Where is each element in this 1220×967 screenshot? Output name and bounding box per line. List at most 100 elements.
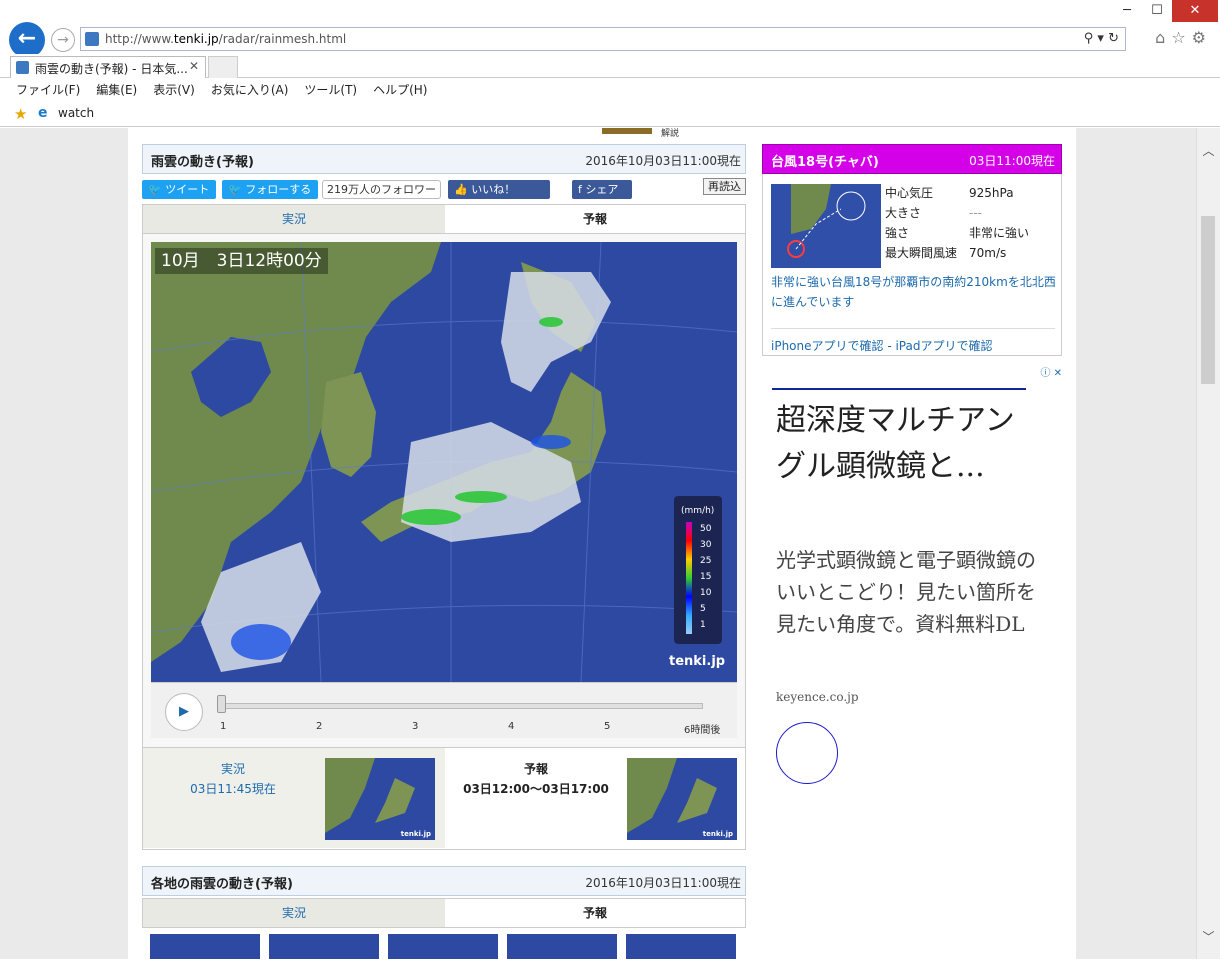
play-icon[interactable]: ▶ xyxy=(165,693,203,731)
minimize-icon[interactable]: ─ xyxy=(1112,0,1142,22)
forecast-time: 03日12:00〜03日17:00 xyxy=(463,782,609,796)
new-tab-button[interactable] xyxy=(208,56,238,78)
ad-info-icon[interactable]: ⓘ ✕ xyxy=(1040,364,1062,379)
typhoon-header[interactable]: 台風18号(チャバ) 03日11:00現在 xyxy=(762,144,1062,174)
typhoon-description-link[interactable]: 非常に強い台風18号が那覇市の南約210kmを北北西に進んでいます xyxy=(771,272,1057,312)
ad-divider xyxy=(772,388,1026,390)
page-viewport: 解説 雨雲の動き(予報) 2016年10月03日11:00現在 🐦 ツイート 🐦… xyxy=(0,128,1220,959)
facebook-icon: f xyxy=(578,183,582,196)
thumb-logo: tenki.jp xyxy=(702,830,733,838)
follow-button[interactable]: 🐦 フォローする xyxy=(222,180,318,199)
menu-favorites[interactable]: お気に入り(A) xyxy=(203,78,297,101)
regional-section-header: 各地の雨雲の動き(予報) 2016年10月03日11:00現在 xyxy=(142,866,746,896)
menu-tools[interactable]: ツール(T) xyxy=(296,78,365,101)
regional-tab-actual[interactable]: 実況 xyxy=(143,899,445,927)
tick-label: 6時間後 xyxy=(684,725,721,736)
share-button[interactable]: f シェア xyxy=(572,180,632,199)
radar-timestamp: 10月 3日12時00分 xyxy=(155,248,328,274)
forecast-label: 予報 xyxy=(523,762,548,776)
scroll-up-icon[interactable]: ︿ xyxy=(1197,142,1220,159)
typhoon-panel: 中心気圧 925hPa 大きさ --- 強さ 非常に強い 最大瞬間風速 70m/s 非常… xyxy=(762,174,1062,356)
menu-help[interactable]: ヘルプ(H) xyxy=(365,78,435,101)
rain-legend: (mm/h) 50 30 25 15 10 5 1 xyxy=(674,496,722,644)
ad-body: 光学式顕微鏡と電子顕微鏡のいいとこどり！見たい箇所を見たい角度で。資料無料DL xyxy=(776,548,1036,636)
regional-thumbnail[interactable] xyxy=(150,934,260,959)
reload-button[interactable]: 再読込 xyxy=(703,178,746,195)
forecast-thumb-panel[interactable]: 予報 03日12:00〜03日17:00 tenki.jp xyxy=(445,748,745,848)
typhoon-row-strength: 強さ 非常に強い xyxy=(885,226,1030,240)
menu-edit[interactable]: 編集(E) xyxy=(88,78,145,101)
like-button[interactable]: 👍 いいね！ 2,334 xyxy=(448,180,550,215)
toolbar-icons[interactable]: ⌂☆⚙ xyxy=(1155,28,1212,47)
tab-close-icon[interactable]: ✕ xyxy=(189,59,199,73)
radar-map: 10月 3日12時00分 (mm/h) 50 30 25 15 10 5 1 t… xyxy=(151,242,737,682)
actual-thumbnail[interactable]: tenki.jp xyxy=(325,758,435,840)
rain-section-header: 雨雲の動き(予報) 2016年10月03日11:00現在 xyxy=(142,144,746,174)
regional-tabs: 実況 予報 xyxy=(142,898,746,928)
scroll-down-icon[interactable]: ﹀ xyxy=(1197,928,1220,945)
tab-actual[interactable]: 実況 xyxy=(143,205,445,233)
twitter-follow-icon: 🐦 xyxy=(228,183,242,196)
regional-section-datetime: 2016年10月03日11:00現在 xyxy=(585,876,741,890)
ad-circle-button[interactable] xyxy=(776,722,838,784)
menu-file[interactable]: ファイル(F) xyxy=(8,78,88,101)
regional-thumbnail[interactable] xyxy=(269,934,379,959)
tab-favicon-icon xyxy=(16,61,29,74)
legend-level: 15 xyxy=(700,572,712,582)
legend-level: 25 xyxy=(700,556,712,566)
tick-label: 2 xyxy=(316,721,323,732)
actual-time: 03日11:45現在 xyxy=(190,782,276,796)
advertisement[interactable]: ⓘ ✕ 超深度マルチアングル顕微鏡と... 光学式顕微鏡と電子顕微鏡のいいとこど… xyxy=(772,364,1062,794)
forward-arrow-icon[interactable]: → xyxy=(51,28,75,52)
regional-thumbnail[interactable] xyxy=(626,934,736,959)
address-row: ← → http://www.tenki.jp/radar/rainmesh.h… xyxy=(0,22,1220,58)
vertical-scrollbar[interactable]: ︿ ﹀ xyxy=(1196,128,1220,959)
tab-title: 雨雲の動き(予報) - 日本気... xyxy=(35,62,188,76)
maximize-icon[interactable]: ☐ xyxy=(1142,0,1172,22)
legend-colorbar xyxy=(686,522,692,634)
legend-level: 50 xyxy=(700,524,712,534)
favorites-bar: ★ e watch xyxy=(0,101,1220,127)
forecast-thumbnail[interactable]: tenki.jp xyxy=(627,758,737,840)
tick-label: 5 xyxy=(604,721,611,732)
typhoon-map[interactable] xyxy=(771,184,881,268)
timeline-slider[interactable] xyxy=(221,703,703,709)
tenki-logo: tenki.jp xyxy=(669,654,726,669)
typhoon-row-pressure: 中心気圧 925hPa xyxy=(885,186,1014,200)
actual-thumb-panel[interactable]: 実況 03日11:45現在 tenki.jp xyxy=(143,748,445,848)
regional-thumbnail[interactable] xyxy=(507,934,617,959)
site-favicon-icon xyxy=(85,32,99,46)
search-icon[interactable]: ⚲ ▾ ↻ xyxy=(1084,31,1119,46)
typhoon-app-links[interactable]: iPhoneアプリで確認 - iPadアプリで確認 xyxy=(771,328,1055,354)
scroll-thumb[interactable] xyxy=(1201,216,1215,384)
typhoon-row-wind: 最大瞬間風速 70m/s xyxy=(885,246,1007,260)
address-bar[interactable]: http://www.tenki.jp/radar/rainmesh.html … xyxy=(80,27,1126,51)
menu-view[interactable]: 表示(V) xyxy=(145,78,203,101)
favorites-star-icon[interactable]: ★ xyxy=(14,105,27,123)
close-icon[interactable]: ✕ xyxy=(1172,0,1218,22)
ad-domain[interactable]: keyence.co.jp xyxy=(776,690,859,704)
slider-handle[interactable] xyxy=(217,695,226,713)
radar-panel: 10月 3日12時00分 (mm/h) 50 30 25 15 10 5 1 t… xyxy=(142,234,746,748)
tweet-button[interactable]: 🐦 ツイート xyxy=(142,180,216,199)
ad-title[interactable]: 超深度マルチアングル顕微鏡と... xyxy=(776,398,1040,490)
legend-level: 30 xyxy=(700,540,712,550)
social-buttons: 🐦 ツイート 🐦 フォローする 219万人のフォロワー 👍 いいね！ 2,334… xyxy=(142,178,746,215)
legend-level: 10 xyxy=(700,588,712,598)
thumb-logo: tenki.jp xyxy=(400,830,431,838)
regional-thumbnail[interactable] xyxy=(388,934,498,959)
timeline-player: ▶ 1 2 3 4 5 6時間後 xyxy=(151,682,737,738)
tab-forecast[interactable]: 予報 xyxy=(445,205,745,233)
regional-section-title: 各地の雨雲の動き(予報) xyxy=(151,877,293,892)
back-arrow-icon[interactable]: ← xyxy=(9,22,45,58)
ie-icon: e xyxy=(38,105,48,121)
legend-level: 1 xyxy=(700,620,706,630)
favorite-link-watch[interactable]: watch xyxy=(58,106,94,120)
tab-active[interactable]: 雨雲の動き(予報) - 日本気... ✕ xyxy=(10,56,206,78)
tick-label: 1 xyxy=(220,721,227,732)
regional-thumbnails xyxy=(142,934,746,959)
regional-tab-forecast[interactable]: 予報 xyxy=(445,899,745,927)
legend-level: 5 xyxy=(700,604,706,614)
tick-label: 4 xyxy=(508,721,515,732)
typhoon-row-size: 大きさ --- xyxy=(885,206,982,220)
